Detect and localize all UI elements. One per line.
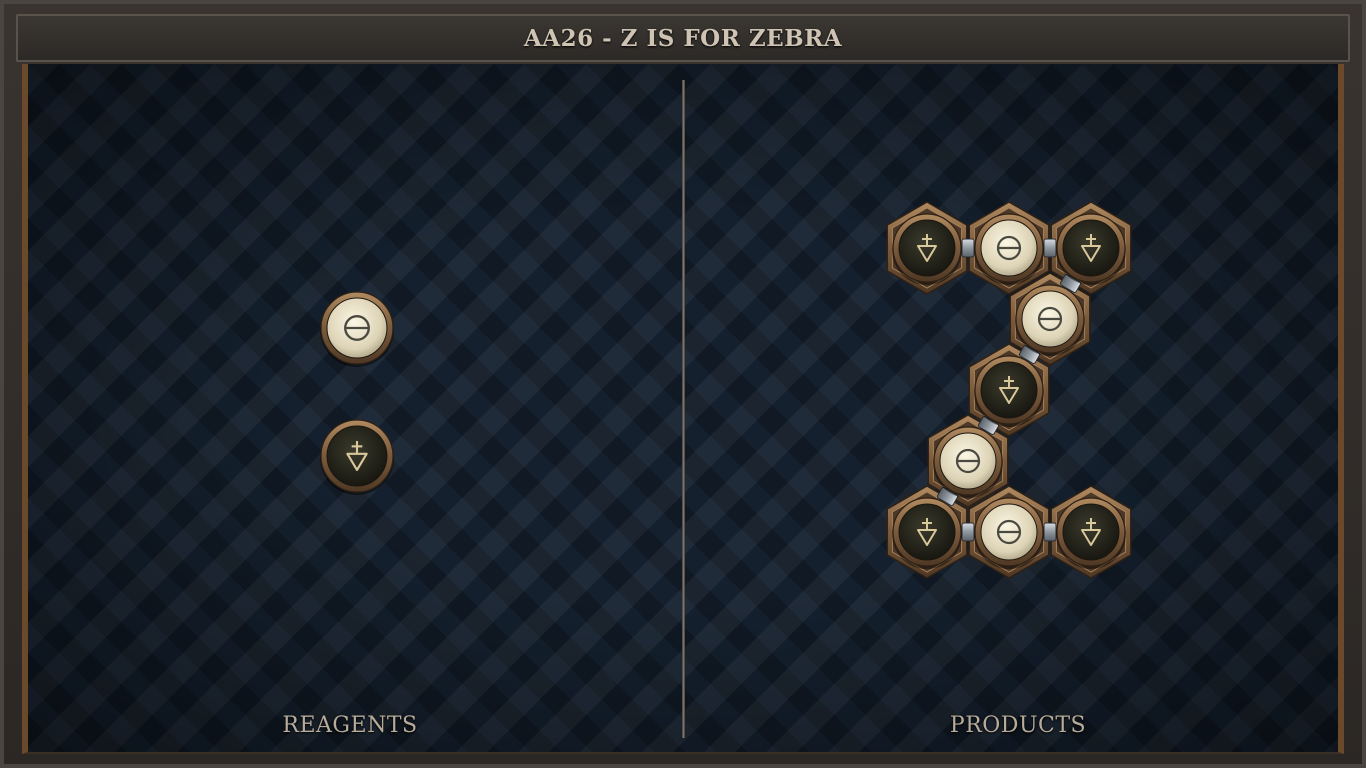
molecule-scene (320, 201, 1132, 579)
salt-atom (974, 497, 1044, 569)
reagents-group (320, 291, 394, 495)
salt-atom[interactable] (320, 291, 394, 367)
earth-atom (892, 497, 962, 569)
atom-group (892, 213, 1126, 569)
salt-atom (1015, 284, 1085, 356)
earth-atom[interactable] (320, 419, 394, 495)
salt-atom (933, 426, 1003, 498)
salt-atom (974, 213, 1044, 285)
earth-atom (974, 355, 1044, 427)
product-molecule (886, 201, 1132, 579)
earth-atom (1056, 497, 1126, 569)
earth-atom (1056, 213, 1126, 285)
earth-atom (892, 213, 962, 285)
